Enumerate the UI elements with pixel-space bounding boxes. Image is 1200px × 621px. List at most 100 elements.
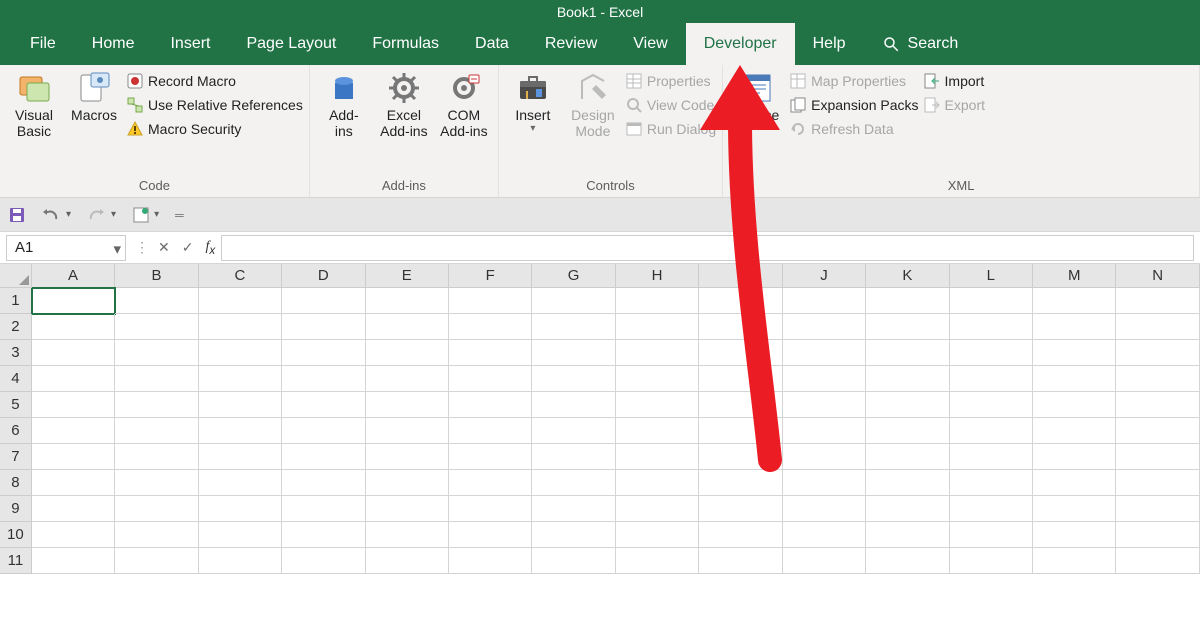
cell[interactable] [32,496,115,522]
cell[interactable] [1033,548,1116,574]
record-macro-button[interactable]: Record Macro [126,69,303,93]
cell[interactable] [199,392,282,418]
cell[interactable] [532,548,615,574]
cell[interactable] [282,522,365,548]
cell[interactable] [32,444,115,470]
cell[interactable] [449,366,532,392]
cell[interactable] [950,548,1033,574]
column-header[interactable]: M [1033,264,1116,288]
column-header[interactable]: K [866,264,949,288]
undo-button[interactable]: ▾ [42,207,71,223]
cell[interactable] [616,314,699,340]
cell[interactable] [199,548,282,574]
cell[interactable] [32,392,115,418]
cell[interactable] [1116,314,1199,340]
cell[interactable] [950,392,1033,418]
cell[interactable] [366,444,449,470]
cell[interactable] [699,496,782,522]
column-header[interactable]: I [699,264,782,288]
cell[interactable] [199,314,282,340]
row-header[interactable]: 6 [0,418,32,444]
column-header[interactable]: N [1116,264,1199,288]
cell[interactable] [366,392,449,418]
insert-control-button[interactable]: Insert ▾ [505,67,561,134]
cell[interactable] [199,340,282,366]
cell[interactable] [616,470,699,496]
column-header[interactable]: B [115,264,198,288]
cell[interactable] [532,366,615,392]
cell[interactable] [1033,288,1116,314]
cell[interactable] [866,288,949,314]
cell[interactable] [449,418,532,444]
row-header[interactable]: 1 [0,288,32,314]
cell[interactable] [282,548,365,574]
cell[interactable] [1033,470,1116,496]
cell[interactable] [1116,496,1199,522]
cell[interactable] [449,522,532,548]
select-all-corner[interactable] [0,264,32,288]
cell[interactable] [449,392,532,418]
cell[interactable] [32,522,115,548]
cell[interactable] [1033,314,1116,340]
cell[interactable] [115,366,198,392]
row-header[interactable]: 11 [0,548,32,574]
cell[interactable] [32,288,115,314]
column-header[interactable]: G [532,264,615,288]
cell[interactable] [532,392,615,418]
cell[interactable] [616,288,699,314]
cell[interactable] [950,470,1033,496]
cell[interactable] [1033,366,1116,392]
cell[interactable] [783,366,866,392]
cell[interactable] [282,470,365,496]
refresh-data-button[interactable]: Refresh Data [789,117,918,141]
cell[interactable] [950,288,1033,314]
use-relative-button[interactable]: Use Relative References [126,93,303,117]
cell[interactable] [1116,522,1199,548]
cell[interactable] [699,366,782,392]
cell[interactable] [449,548,532,574]
cell[interactable] [616,340,699,366]
cell[interactable] [282,314,365,340]
cell[interactable] [532,340,615,366]
cell[interactable] [282,496,365,522]
properties-button[interactable]: Properties [625,69,716,93]
cell[interactable] [282,444,365,470]
cell[interactable] [616,366,699,392]
cell[interactable] [366,418,449,444]
cell[interactable] [366,314,449,340]
cell[interactable] [950,444,1033,470]
cell[interactable] [199,444,282,470]
cell[interactable] [866,444,949,470]
map-properties-button[interactable]: Map Properties [789,69,918,93]
cell[interactable] [866,522,949,548]
cell[interactable] [866,418,949,444]
cell[interactable] [366,470,449,496]
save-button[interactable] [8,206,26,224]
cell[interactable] [1116,470,1199,496]
cell[interactable] [1116,418,1199,444]
tab-view[interactable]: View [615,23,685,65]
macros-button[interactable]: Macros [66,67,122,123]
cell[interactable] [532,496,615,522]
row-header[interactable]: 2 [0,314,32,340]
tab-insert[interactable]: Insert [152,23,228,65]
cell[interactable] [699,470,782,496]
cell[interactable] [1033,418,1116,444]
row-header[interactable]: 8 [0,470,32,496]
cell[interactable] [366,548,449,574]
cell[interactable] [699,522,782,548]
cell[interactable] [115,418,198,444]
cell[interactable] [32,548,115,574]
cancel-formula-button[interactable]: ✕ [152,239,176,256]
tab-file[interactable]: File [12,23,74,65]
expansion-packs-button[interactable]: Expansion Packs [789,93,918,117]
cell[interactable] [366,496,449,522]
cell[interactable] [783,392,866,418]
cell[interactable] [115,314,198,340]
cell[interactable] [950,418,1033,444]
cell[interactable] [32,366,115,392]
cell[interactable] [282,366,365,392]
cell[interactable] [366,288,449,314]
cell[interactable] [699,340,782,366]
row-header[interactable]: 4 [0,366,32,392]
